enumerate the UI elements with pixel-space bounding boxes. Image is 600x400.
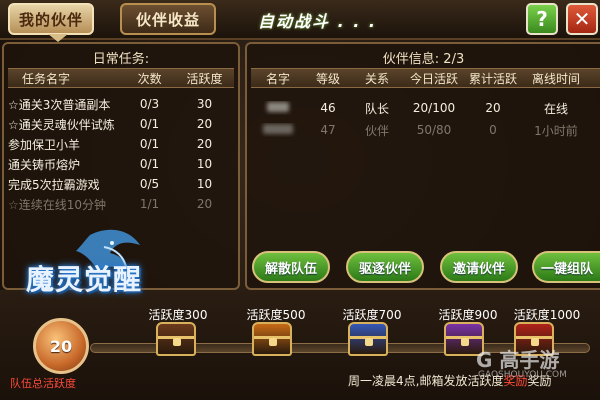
partner-info-header: 名字 等级 关系 今日活跃 累计活跃 离线时间 xyxy=(251,68,600,88)
watermark-url: GAOSHOUYOU.COM xyxy=(478,370,567,380)
task-row[interactable]: ☆通关3次普通副本 0/3 30 xyxy=(8,94,234,114)
game-logo-text: 魔灵觉醒 xyxy=(26,263,143,296)
col-activity: 活跃度 xyxy=(186,71,223,86)
task-count: 1/1 xyxy=(139,197,160,211)
treasure-chest-icon[interactable] xyxy=(156,322,196,356)
task-name: 参加保卫小羊 xyxy=(8,137,81,152)
daily-tasks-header: 任务名字 次数 活跃度 xyxy=(8,68,234,88)
col-offline-time: 离线时间 xyxy=(531,71,580,86)
partner-offline-time: 在线 xyxy=(543,101,568,116)
partner-relation: 队长 xyxy=(364,101,389,116)
milestone-label: 活跃度500 xyxy=(246,308,306,322)
partner-relation: 伙伴 xyxy=(364,123,389,138)
active-tab-pointer xyxy=(48,34,68,42)
col-total-activity: 累计活跃 xyxy=(468,71,517,86)
partner-name-blurred xyxy=(251,101,305,115)
partner-offline-time: 1小时前 xyxy=(534,123,578,138)
team-activity-label: 队伍总活跃度 xyxy=(10,377,76,390)
task-count: 0/1 xyxy=(139,137,160,151)
invite-partner-button[interactable]: 邀请伙伴 xyxy=(440,251,518,283)
task-count: 0/1 xyxy=(139,157,160,171)
task-count: 0/5 xyxy=(139,177,160,191)
top-bar: 我的伙伴 伙伴收益 自动战斗 . . . ? ✕ xyxy=(0,0,600,42)
partner-name-blurred xyxy=(251,123,305,137)
expel-partner-button[interactable]: 驱逐伙伴 xyxy=(346,251,424,283)
close-icon: ✕ xyxy=(573,7,591,31)
task-name: ☆通关灵魂伙伴试炼 xyxy=(8,117,115,132)
col-name: 名字 xyxy=(265,71,290,86)
partner-total-activity: 20 xyxy=(485,101,501,115)
task-count: 0/1 xyxy=(139,117,160,131)
task-activity: 30 xyxy=(196,97,213,111)
partner-today-activity: 20/100 xyxy=(412,101,456,115)
help-button[interactable]: ? xyxy=(526,3,558,35)
partner-today-activity: 50/80 xyxy=(416,123,452,137)
auto-team-button[interactable]: 一键组队 xyxy=(532,251,600,283)
partner-info-title: 伙伴信息: 2/3 xyxy=(382,52,465,67)
task-activity: 20 xyxy=(196,117,213,131)
partner-row[interactable]: 47 伙伴 50/80 0 1小时前 xyxy=(251,120,600,140)
task-activity: 20 xyxy=(196,137,213,151)
close-button[interactable]: ✕ xyxy=(566,3,598,35)
task-row[interactable]: 通关铸币熔炉 0/1 10 xyxy=(8,154,234,174)
auto-battle-status: 自动战斗 . . . xyxy=(258,12,377,31)
task-row[interactable]: ☆通关灵魂伙伴试炼 0/1 20 xyxy=(8,114,234,134)
daily-tasks-title: 日常任务: xyxy=(92,52,150,67)
partner-level: 47 xyxy=(320,123,336,137)
task-count: 0/3 xyxy=(139,97,160,111)
task-row[interactable]: 参加保卫小羊 0/1 20 xyxy=(8,134,234,154)
tab-my-partners[interactable]: 我的伙伴 xyxy=(8,3,94,35)
task-row[interactable]: ☆连续在线10分钟 1/1 20 xyxy=(8,194,234,214)
game-screen: 我的伙伴 伙伴收益 自动战斗 . . . ? ✕ 日常任务: 任务名字 次数 活… xyxy=(0,0,600,400)
task-name: ☆连续在线10分钟 xyxy=(8,197,107,212)
task-row[interactable]: 完成5次拉霸游戏 0/5 10 xyxy=(8,174,234,194)
partner-level: 46 xyxy=(320,101,336,115)
task-activity: 10 xyxy=(196,177,213,191)
task-name: 通关铸币熔炉 xyxy=(8,157,81,172)
milestone-label: 活跃度700 xyxy=(342,308,402,322)
col-relation: 关系 xyxy=(364,71,389,86)
milestone-label: 活跃度900 xyxy=(438,308,498,322)
team-activity-badge: 20 xyxy=(33,318,89,374)
partner-total-activity: 0 xyxy=(489,123,497,137)
question-icon: ? xyxy=(536,7,548,31)
tab-partner-earnings[interactable]: 伙伴收益 xyxy=(120,3,216,35)
partner-row[interactable]: 46 队长 20/100 20 在线 xyxy=(251,98,600,118)
col-today-activity: 今日活跃 xyxy=(409,71,458,86)
treasure-chest-icon[interactable] xyxy=(348,322,388,356)
col-count: 次数 xyxy=(137,71,162,86)
task-name: 完成5次拉霸游戏 xyxy=(8,177,100,192)
disband-team-button[interactable]: 解散队伍 xyxy=(252,251,330,283)
task-activity: 10 xyxy=(196,157,213,171)
col-level: 等级 xyxy=(315,71,340,86)
task-name: ☆通关3次普通副本 xyxy=(8,97,111,112)
task-activity: 20 xyxy=(196,197,213,211)
milestone-label: 活跃度300 xyxy=(148,308,208,322)
milestone-label: 活跃度1000 xyxy=(513,308,581,322)
watermark-logo: G 高手游 xyxy=(476,348,560,372)
treasure-chest-icon[interactable] xyxy=(252,322,292,356)
col-task-name: 任务名字 xyxy=(22,71,71,86)
